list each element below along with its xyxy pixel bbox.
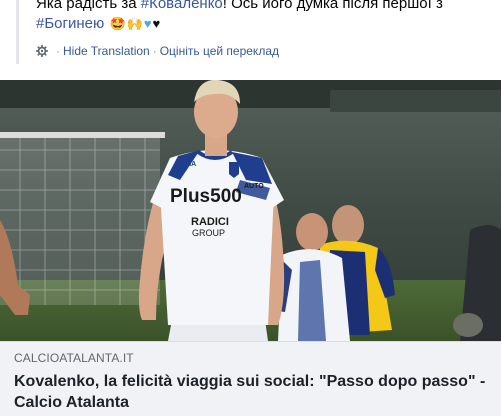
link-preview-image[interactable]: Plus500 RADICI GROUP JOMA AUTO — [0, 80, 501, 341]
hashtag-kovalenko-link[interactable]: #Коваленко — [141, 0, 223, 12]
translation-controls: · Hide Translation · Оцініть цей перекла… — [36, 43, 279, 59]
svg-text:GROUP: GROUP — [192, 228, 225, 238]
clapping-hands-emoji-icon: 🙌 — [126, 16, 143, 31]
gear-icon[interactable] — [36, 45, 48, 57]
hide-translation-link[interactable]: Hide Translation — [63, 44, 150, 58]
svg-text:JOMA: JOMA — [176, 161, 196, 168]
link-domain: CALCIOATALANTA.IT — [14, 351, 134, 365]
rate-translation-link[interactable]: Оцініть цей переклад — [160, 44, 279, 58]
link-preview-card[interactable]: CALCIOATALANTA.IT Kovalenko, la felicità… — [0, 341, 501, 416]
player-photo: Plus500 RADICI GROUP JOMA AUTO — [0, 80, 501, 341]
quote-divider — [16, 0, 19, 64]
svg-text:Plus500: Plus500 — [170, 186, 242, 207]
separator-dot: · — [56, 44, 60, 58]
star-struck-emoji-icon: 🤩 — [109, 16, 126, 31]
hashtag-goddess-link[interactable]: #Богинею — [36, 15, 104, 32]
post-text-section: Яка радість за #Коваленко! Ось його думк… — [0, 0, 501, 70]
link-title[interactable]: Kovalenko, la felicità viaggia sui socia… — [14, 371, 492, 413]
post-message-line-1: Яка радість за #Коваленко! Ось його думк… — [36, 0, 443, 13]
svg-text:AUTO: AUTO — [244, 183, 264, 190]
svg-text:RADICI: RADICI — [191, 216, 229, 228]
separator-dot: · — [152, 44, 157, 58]
post-text-fragment: ! Ось його думка після першої з — [222, 0, 443, 12]
black-heart-emoji-icon: ♥ — [152, 16, 161, 31]
post-text-fragment: Яка радість за — [36, 0, 141, 12]
blue-heart-emoji-icon: ♥ — [143, 16, 152, 31]
post-message-line-2: #Богинею 🤩🙌♥♥ — [36, 14, 160, 33]
